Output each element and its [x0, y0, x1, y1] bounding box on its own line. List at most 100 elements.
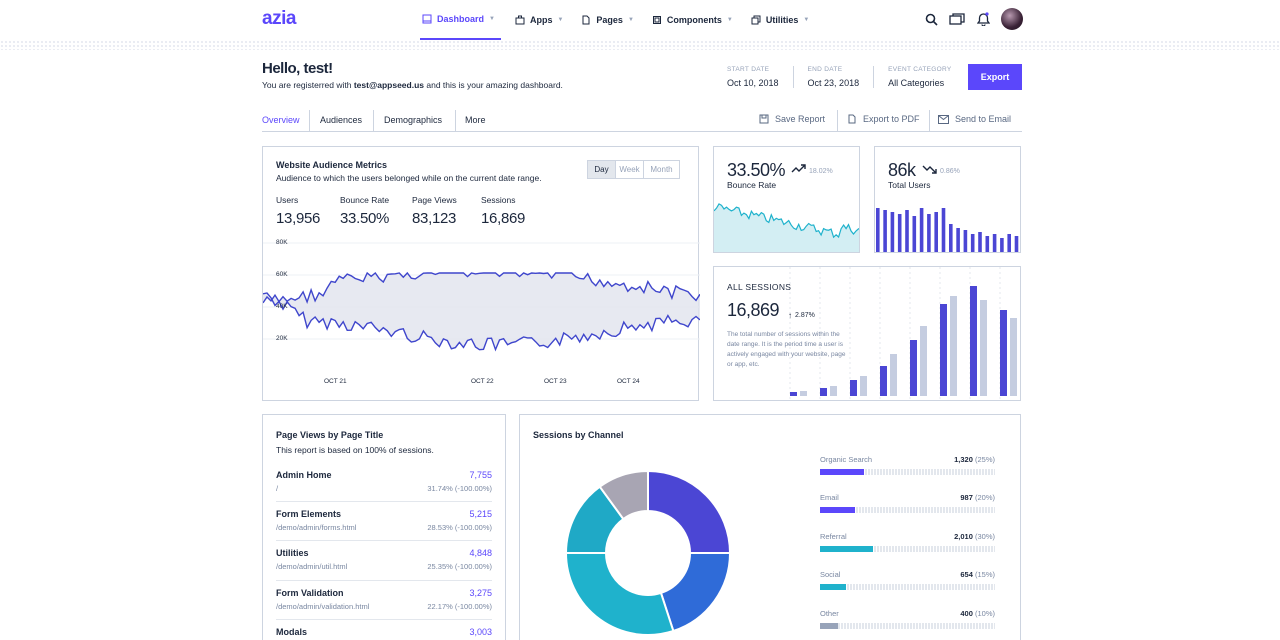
sessions-bar: [980, 300, 987, 396]
save-report-button[interactable]: Save Report: [759, 114, 825, 124]
nav-components[interactable]: Components ▼: [652, 0, 733, 40]
sessions-bar: [940, 304, 947, 396]
channel-progress-fill: [820, 507, 855, 513]
metric-value: 16,869: [481, 210, 526, 227]
page-subtitle: You are registerred with test@appseed.us…: [262, 80, 563, 90]
users-bar: [890, 212, 895, 252]
sessions-bar: [910, 340, 917, 396]
sessions-bar: [920, 326, 927, 396]
sessions-bar: [1010, 318, 1017, 396]
search-icon[interactable]: [924, 12, 938, 26]
page-title-text: Admin Home: [276, 470, 332, 480]
channel-row: Other 400 (10%): [820, 609, 995, 629]
users-bar: [927, 214, 931, 252]
file-icon: [582, 15, 590, 25]
channel-name: Referral: [820, 532, 847, 541]
export-button[interactable]: Export: [968, 64, 1022, 90]
channel-percent: (15%): [974, 570, 995, 579]
layout-icon: [422, 14, 432, 24]
range-day-button[interactable]: Day: [588, 161, 615, 178]
users-bar: [978, 232, 982, 252]
page-path: /: [276, 484, 279, 493]
list-item[interactable]: Utilities 4,848 /demo/admin/util.html 25.3…: [276, 548, 492, 571]
chevron-down-icon: ▼: [489, 16, 495, 22]
send-email-button[interactable]: Send to Email: [938, 114, 1011, 124]
messages-icon[interactable]: [949, 12, 965, 26]
save-icon: [759, 114, 769, 124]
send-email-label: Send to Email: [955, 114, 1012, 124]
mail-icon: [938, 114, 949, 124]
chevron-down-icon: ▼: [557, 17, 564, 23]
sessions-bar: [970, 286, 977, 396]
page-views-count: 5,215: [469, 509, 492, 519]
chevron-down-icon: ▼: [726, 17, 733, 23]
channel-progress-track: [820, 469, 995, 475]
nav-dashboard[interactable]: Dashboard ▼: [420, 0, 501, 40]
page-title-text: Form Elements: [276, 509, 342, 519]
sessions-bar: [880, 366, 887, 396]
users-bar: [912, 216, 917, 252]
chevron-down-icon: ▼: [803, 17, 810, 23]
event-category-value: All Categories: [888, 78, 945, 88]
metric-bounce-rate: Bounce Rate 33.50%: [340, 195, 389, 227]
nav-utilities[interactable]: Utilities ▼: [751, 0, 809, 40]
channel-progress-track: [820, 546, 995, 552]
channel-progress-fill: [820, 469, 864, 475]
export-pdf-button[interactable]: Export to PDF: [847, 114, 920, 124]
bounce-rate-change: 18.02%: [809, 168, 833, 175]
page-percentage: 28.53% (-100.00%): [427, 523, 492, 532]
channel-progress-fill: [820, 623, 838, 629]
all-sessions-card: ALL SESSIONS 16,869 ↑ 2.87% The total nu…: [713, 266, 1021, 401]
list-item[interactable]: Admin Home 7,755 / 31.74% (-100.00%): [276, 470, 492, 493]
end-date-value: Oct 23, 2018: [807, 78, 860, 88]
x-tick-label: OCT 22: [471, 378, 494, 385]
tab-divider: [309, 110, 310, 132]
metric-label: Bounce Rate: [340, 195, 390, 205]
event-category-label: EVENT CATEGORY: [888, 66, 952, 73]
donut-slice: [659, 552, 732, 633]
row-divider: [276, 501, 492, 502]
list-item[interactable]: Modals 3,003: [276, 627, 492, 637]
page-title: Hello, test!: [262, 60, 333, 77]
range-month-button[interactable]: Month: [643, 161, 679, 178]
users-bar: [949, 224, 953, 252]
end-date-label: END DATE: [807, 66, 843, 73]
page-views-count: 7,755: [469, 470, 492, 480]
start-date[interactable]: START DATE Oct 10, 2018: [727, 66, 794, 88]
all-sessions-value: 16,869: [727, 300, 780, 320]
nav-pages[interactable]: Pages ▼: [581, 0, 634, 40]
tab-demographics[interactable]: Demographics: [384, 115, 442, 125]
bounce-rate-value: 33.50%: [727, 160, 786, 180]
tab-audiences[interactable]: Audiences: [320, 115, 362, 125]
trending-up-icon: [791, 164, 806, 173]
tab-overview[interactable]: Overview: [262, 115, 300, 125]
users-bar: [941, 208, 946, 252]
channel-progress-track: [820, 623, 995, 629]
end-date[interactable]: END DATE Oct 23, 2018: [808, 66, 875, 88]
start-date-value: Oct 10, 2018: [727, 78, 779, 88]
metric-value: 33.50%: [340, 210, 390, 227]
layers-icon: [751, 15, 761, 25]
event-category[interactable]: EVENT CATEGORY All Categories: [888, 66, 965, 88]
date-filters: START DATE Oct 10, 2018 END DATE Oct 23,…: [727, 66, 966, 88]
channel-value: 1,320: [954, 455, 973, 464]
tab-more[interactable]: More: [465, 115, 486, 125]
tab-divider: [929, 110, 930, 132]
list-item[interactable]: Form Elements 5,215 /demo/admin/forms.htm…: [276, 509, 492, 532]
audience-line-chart: 80K 60K 40K 20K OCT 21 OCT 22 OCT 23 OCT…: [263, 239, 700, 385]
bell-icon[interactable]: [976, 12, 990, 26]
audience-metrics-card: Website Audience Metrics Audience to whi…: [262, 146, 700, 401]
users-bar: [963, 230, 968, 252]
channel-percent: (20%): [974, 493, 995, 502]
nav-apps[interactable]: Apps ▼: [515, 0, 563, 40]
total-users-card: 86k 0.86% Total Users: [874, 146, 1021, 253]
range-week-button[interactable]: Week: [615, 161, 643, 178]
logo[interactable]: azia: [262, 8, 296, 30]
avatar[interactable]: [1001, 8, 1023, 30]
channel-row: Organic Search 1,320 (25%): [820, 455, 995, 475]
y-tick-label: 20K: [276, 335, 288, 342]
list-item[interactable]: Form Validation 3,275 /demo/admin/validat…: [276, 588, 492, 611]
metric-value: 13,956: [276, 210, 321, 227]
sessions-bar: [890, 354, 897, 396]
users-bar: [970, 234, 975, 252]
